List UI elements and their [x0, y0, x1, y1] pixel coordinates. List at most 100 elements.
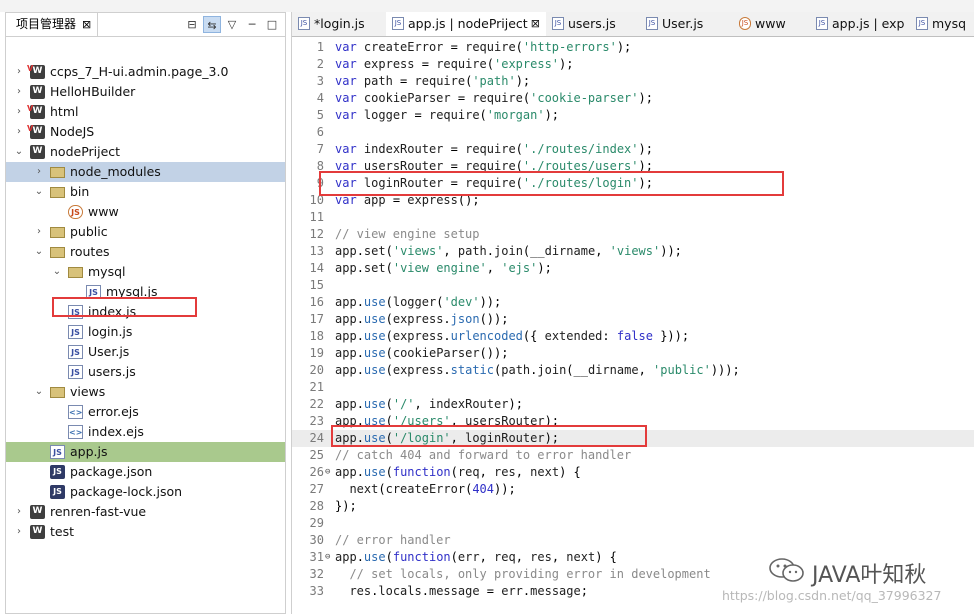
code-text: // error handler [335, 533, 451, 547]
editor-tab-login-js[interactable]: JS *login.js [292, 12, 387, 36]
tree-item-views[interactable]: ⌄ views [6, 382, 285, 402]
tree-item-label: package-lock.json [70, 484, 183, 499]
code-line[interactable]: 27 next(createError(404)); [292, 481, 974, 498]
fold-toggle-icon[interactable]: ⊖ [325, 464, 330, 481]
chevron-down-icon[interactable]: ⌄ [34, 242, 44, 262]
chevron-right-icon[interactable]: › [14, 82, 24, 102]
line-number: 15 [309, 278, 324, 292]
tree-item-user-js[interactable]: JS User.js [6, 342, 285, 362]
code-line[interactable]: 14 app.set('view engine', 'ejs'); [292, 260, 974, 277]
code-line[interactable]: 3 var path = require('path'); [292, 73, 974, 90]
code-line[interactable]: 5 var logger = require('morgan'); [292, 107, 974, 124]
code-line[interactable]: 25 // catch 404 and forward to error hand… [292, 447, 974, 464]
editor-tab-mysq[interactable]: JS mysq [910, 12, 974, 36]
collapse-all-icon[interactable]: ⊟ [183, 16, 201, 33]
chevron-right-icon[interactable]: › [14, 122, 24, 142]
project-v-icon: W [27, 62, 45, 79]
code-line[interactable]: 4 var cookieParser = require('cookie-pars… [292, 90, 974, 107]
editor-tab-app-js-exp[interactable]: JS app.js | exp [810, 12, 911, 36]
editor-tab-www[interactable]: JS www [733, 12, 811, 36]
chevron-right-icon[interactable]: › [14, 522, 24, 542]
tree-item-nodejs[interactable]: ›W NodeJS [6, 122, 285, 142]
explorer-title: 项目管理器 [16, 17, 77, 31]
editor-tab-user-js[interactable]: JS User.js [640, 12, 734, 36]
line-number: 12 [309, 227, 324, 241]
explorer-tab[interactable]: 项目管理器 ⊠ [6, 13, 99, 36]
code-line[interactable]: 22 app.use('/', indexRouter); [292, 396, 974, 413]
line-number: 27 [309, 482, 324, 496]
view-menu-icon[interactable]: ▽ [223, 16, 241, 33]
tree-item-node-modules[interactable]: › node_modules [6, 162, 285, 182]
chevron-down-icon[interactable]: ⌄ [14, 142, 24, 162]
code-line[interactable]: 30 // error handler [292, 532, 974, 549]
code-line[interactable]: 21 [292, 379, 974, 396]
tree-item-label: users.js [88, 364, 136, 379]
code-line[interactable]: 12 // view engine setup [292, 226, 974, 243]
minimize-icon[interactable]: ─ [243, 16, 261, 33]
chevron-down-icon[interactable]: ⌄ [52, 262, 62, 282]
project-icon: W [30, 525, 45, 539]
editor-tab-app-js-nodepriject[interactable]: JS app.js | nodePriject ⊠ [386, 12, 547, 36]
chevron-right-icon[interactable]: › [34, 162, 44, 182]
line-number: 6 [316, 125, 324, 139]
close-icon[interactable]: ⊠ [531, 12, 540, 36]
chevron-down-icon[interactable]: ⌄ [34, 382, 44, 402]
tree-item-error-ejs[interactable]: <> error.ejs [6, 402, 285, 422]
code-line[interactable]: 18 app.use(express.urlencoded({ extended:… [292, 328, 974, 345]
chevron-right-icon[interactable]: › [14, 502, 24, 522]
code-line[interactable]: 26 ⊖ app.use(function(req, res, next) { [292, 464, 974, 481]
code-line[interactable]: 6 [292, 124, 974, 141]
tree-item-www[interactable]: JS www [6, 202, 285, 222]
code-text: app.use(express.static(path.join(__dirna… [335, 363, 740, 377]
code-line[interactable]: 17 app.use(express.json()); [292, 311, 974, 328]
chevron-down-icon[interactable]: ⌄ [34, 182, 44, 202]
tree-item-nodepriject[interactable]: ⌄ WnodePriject [6, 142, 285, 162]
tree-item-bin[interactable]: ⌄ bin [6, 182, 285, 202]
line-number: 30 [309, 533, 324, 547]
tree-item-login-js[interactable]: JS login.js [6, 322, 285, 342]
code-line[interactable]: 19 app.use(cookieParser()); [292, 345, 974, 362]
code-line[interactable]: 7 var indexRouter = require('./routes/ind… [292, 141, 974, 158]
editor-tab-label: www [755, 16, 786, 31]
code-area[interactable]: 1 var createError = require('http-errors'… [292, 37, 974, 614]
tree-item-index-ejs[interactable]: <> index.ejs [6, 422, 285, 442]
code-line[interactable]: 20 app.use(express.static(path.join(__dir… [292, 362, 974, 379]
tree-item-test[interactable]: › Wtest [6, 522, 285, 542]
code-line[interactable]: 13 app.set('views', path.join(__dirname, … [292, 243, 974, 260]
tree-item-users-js[interactable]: JS users.js [6, 362, 285, 382]
code-text: var express = require('express'); [335, 57, 574, 71]
code-line[interactable]: 28}); [292, 498, 974, 515]
watermark-name: JAVA叶知秋 [812, 563, 927, 588]
code-line[interactable]: 2 var express = require('express'); [292, 56, 974, 73]
tree-item-routes[interactable]: ⌄ routes [6, 242, 285, 262]
tree-item-html[interactable]: ›Whtml [6, 102, 285, 122]
link-editor-icon[interactable]: ⇆ [203, 16, 221, 33]
tree-item-public[interactable]: › public [6, 222, 285, 242]
tree-item-app-js[interactable]: JS app.js [6, 442, 285, 462]
js-file-icon: JS [552, 17, 564, 30]
json-file-icon: JS [50, 465, 65, 479]
code-line[interactable]: 15 [292, 277, 974, 294]
tree-item-ccps-7-h-ui-admin-page-3-0[interactable]: ›Wccps_7_H-ui.admin.page_3.0 [6, 62, 285, 82]
editor-tab-users-js[interactable]: JS users.js [546, 12, 641, 36]
code-line[interactable]: 1 var createError = require('http-errors'… [292, 39, 974, 56]
project-v-icon: W [27, 122, 45, 139]
chevron-right-icon[interactable]: › [34, 222, 44, 242]
code-line[interactable]: 29 [292, 515, 974, 532]
chevron-right-icon[interactable]: › [14, 102, 24, 122]
maximize-icon[interactable]: □ [263, 16, 281, 33]
code-line[interactable]: 11 [292, 209, 974, 226]
tree-item-mysql[interactable]: ⌄ mysql [6, 262, 285, 282]
tree-item-package-json[interactable]: JS package.json [6, 462, 285, 482]
chevron-right-icon[interactable]: › [14, 62, 24, 82]
close-icon[interactable]: ⊠ [82, 18, 91, 31]
fold-toggle-icon[interactable]: ⊖ [325, 549, 330, 566]
wechat-icon [769, 558, 804, 582]
tree-item-hellohbuilder[interactable]: › W HelloHBuilder [6, 82, 285, 102]
tree-item-package-lock-json[interactable]: JS package-lock.json [6, 482, 285, 502]
tree-item-renren-fast-vue[interactable]: › Wrenren-fast-vue [6, 502, 285, 522]
code-text: app.use(express.json()); [335, 312, 509, 326]
tree-item-label: index.ejs [88, 424, 144, 439]
code-line[interactable]: 16 app.use(logger('dev')); [292, 294, 974, 311]
code-text: // catch 404 and forward to error handle… [335, 448, 632, 462]
